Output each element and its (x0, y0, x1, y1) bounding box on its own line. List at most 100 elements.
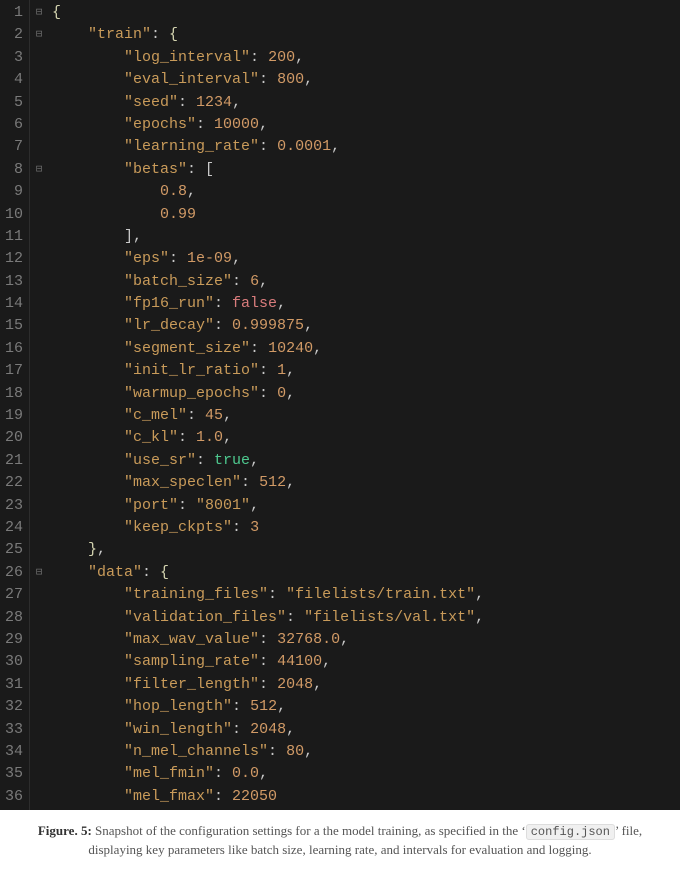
code-line[interactable]: "win_length": 2048, (52, 719, 680, 741)
fold-guide (30, 539, 48, 561)
code-line[interactable]: "eval_interval": 800, (52, 69, 680, 91)
token-str: "fp16_run" (124, 295, 214, 312)
code-line[interactable]: "keep_ckpts": 3 (52, 517, 680, 539)
code-line[interactable]: "lr_decay": 0.999875, (52, 315, 680, 337)
code-line[interactable]: "max_speclen": 512, (52, 472, 680, 494)
token-brace: { (52, 4, 61, 21)
token-punc: [ (205, 161, 214, 178)
line-number: 20 (4, 427, 23, 449)
token-str: "seed" (124, 94, 178, 111)
code-line[interactable]: "c_kl": 1.0, (52, 427, 680, 449)
token-punc: , (232, 94, 241, 111)
code-line[interactable]: 0.99 (52, 204, 680, 226)
token-str: "betas" (124, 161, 187, 178)
code-line[interactable]: "hop_length": 512, (52, 696, 680, 718)
token-punc: : (178, 497, 196, 514)
line-number: 2 (4, 24, 23, 46)
token-bool-f: false (232, 295, 277, 312)
token-num: 800 (277, 71, 304, 88)
line-number: 21 (4, 450, 23, 472)
token-punc (52, 273, 124, 290)
token-num: 2048 (250, 721, 286, 738)
token-punc: : (196, 116, 214, 133)
token-punc: : (259, 362, 277, 379)
fold-guide (30, 651, 48, 673)
fold-toggle-icon[interactable]: ⊟ (30, 159, 48, 181)
line-number: 19 (4, 405, 23, 427)
token-punc: : (232, 698, 250, 715)
line-number: 17 (4, 360, 23, 382)
line-number: 4 (4, 69, 23, 91)
code-line[interactable]: "fp16_run": false, (52, 293, 680, 315)
token-num: 1e-09 (187, 250, 232, 267)
code-line[interactable]: "betas": [ (52, 159, 680, 181)
code-area[interactable]: { "train": { "log_interval": 200, "eval_… (48, 0, 680, 810)
token-punc: : (232, 519, 250, 536)
code-line[interactable]: "learning_rate": 0.0001, (52, 136, 680, 158)
token-punc: : (259, 71, 277, 88)
token-punc (52, 71, 124, 88)
code-line[interactable]: "eps": 1e-09, (52, 248, 680, 270)
token-str: "n_mel_channels" (124, 743, 268, 760)
code-line[interactable]: "training_files": "filelists/train.txt", (52, 584, 680, 606)
code-line[interactable]: "mel_fmax": 22050 (52, 786, 680, 808)
fold-guide (30, 92, 48, 114)
code-line[interactable]: { (52, 2, 680, 24)
code-line[interactable]: ], (52, 226, 680, 248)
token-num: 2048 (277, 676, 313, 693)
token-bool-t: true (214, 452, 250, 469)
code-line[interactable]: "validation_files": "filelists/val.txt", (52, 607, 680, 629)
code-line[interactable]: "c_mel": 45, (52, 405, 680, 427)
code-line[interactable]: "port": "8001", (52, 495, 680, 517)
code-line[interactable]: "log_interval": 200, (52, 47, 680, 69)
token-punc: : (259, 676, 277, 693)
fold-guide (30, 495, 48, 517)
code-line[interactable]: "seed": 1234, (52, 92, 680, 114)
code-line[interactable]: 0.8, (52, 181, 680, 203)
token-punc (52, 721, 124, 738)
code-line[interactable]: "data": { (52, 562, 680, 584)
token-num: 0.8 (160, 183, 187, 200)
token-punc (52, 228, 124, 245)
token-punc: , (286, 474, 295, 491)
token-str: "epochs" (124, 116, 196, 133)
code-line[interactable]: "segment_size": 10240, (52, 338, 680, 360)
token-punc (52, 743, 124, 760)
code-line[interactable]: "train": { (52, 24, 680, 46)
token-num: 80 (286, 743, 304, 760)
code-line[interactable]: }, (52, 539, 680, 561)
code-line[interactable]: "use_sr": true, (52, 450, 680, 472)
token-punc: , (223, 407, 232, 424)
line-number: 6 (4, 114, 23, 136)
code-line[interactable]: "warmup_epochs": 0, (52, 383, 680, 405)
fold-guide (30, 696, 48, 718)
token-punc: , (313, 340, 322, 357)
code-line[interactable]: "n_mel_channels": 80, (52, 741, 680, 763)
fold-toggle-icon[interactable]: ⊟ (30, 24, 48, 46)
fold-toggle-icon[interactable]: ⊟ (30, 2, 48, 24)
code-line[interactable]: "max_wav_value": 32768.0, (52, 629, 680, 651)
fold-guide (30, 472, 48, 494)
code-line[interactable]: "sampling_rate": 44100, (52, 651, 680, 673)
token-punc: , (187, 183, 196, 200)
code-line[interactable]: "epochs": 10000, (52, 114, 680, 136)
token-str: "max_wav_value" (124, 631, 259, 648)
figure-caption: Figure. 5: Snapshot of the configuration… (0, 810, 680, 876)
code-line[interactable]: "init_lr_ratio": 1, (52, 360, 680, 382)
token-str: "c_mel" (124, 407, 187, 424)
code-line[interactable]: "filter_length": 2048, (52, 674, 680, 696)
fold-guide (30, 204, 48, 226)
code-line[interactable]: "mel_fmin": 0.0, (52, 763, 680, 785)
fold-toggle-icon[interactable]: ⊟ (30, 562, 48, 584)
token-str: "mel_fmin" (124, 765, 214, 782)
token-num: 1.0 (196, 429, 223, 446)
token-punc (52, 161, 124, 178)
token-punc: , (304, 71, 313, 88)
token-str: "c_kl" (124, 429, 178, 446)
fold-guide (30, 136, 48, 158)
token-punc (52, 49, 124, 66)
token-punc: : (250, 49, 268, 66)
code-line[interactable]: "batch_size": 6, (52, 271, 680, 293)
token-punc: : (241, 474, 259, 491)
token-punc: : (259, 138, 277, 155)
